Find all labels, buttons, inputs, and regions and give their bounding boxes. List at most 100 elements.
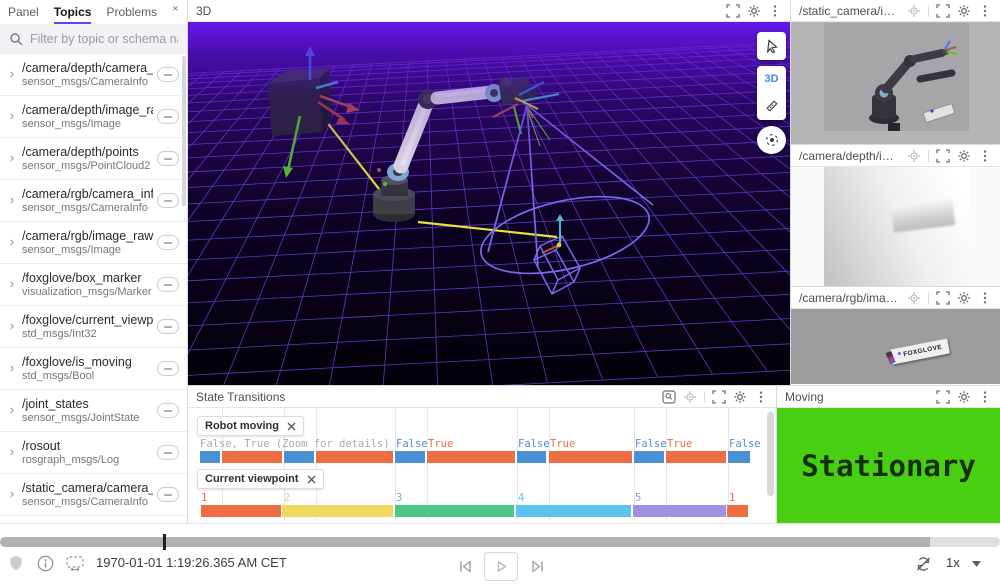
list-item[interactable]: ›/camera/depth/pointssensor_msgs/PointCl… [0,138,187,180]
gear-icon[interactable] [957,390,971,404]
loop-region-icon[interactable] [66,556,84,571]
fullscreen-icon[interactable] [936,149,950,163]
chevron-right-icon[interactable]: › [6,234,18,249]
chevron-right-icon[interactable]: › [6,402,18,417]
remove-topic-button[interactable] [157,235,179,250]
state-segment [427,451,515,463]
list-item[interactable]: ›/camera/rgb/camera_infosensor_msgs/Came… [0,180,187,222]
rgb-image: * FOXGLOVE [791,309,1000,384]
tab-problems[interactable]: Problems [106,1,157,24]
chevron-right-icon[interactable]: › [6,108,18,123]
series-chip[interactable]: Robot moving [197,416,304,436]
remove-topic-button[interactable] [157,151,179,166]
playback-speed[interactable]: 1x [946,555,960,570]
follow-crosshair-icon[interactable] [907,291,921,305]
static-camera-image [791,22,1000,144]
robot-arm [373,77,538,222]
series-chip[interactable]: Current viewpoint [197,469,324,489]
tab-panel[interactable]: Panel [8,1,39,24]
state-segment [222,451,282,463]
remove-topic-button[interactable] [157,277,179,292]
fullscreen-icon[interactable] [936,4,950,18]
list-item[interactable]: ›/camera/depth/camera_i...sensor_msgs/Ca… [0,54,187,96]
chart-scrollbar[interactable] [767,412,774,496]
remove-topic-button[interactable] [157,109,179,124]
chevron-right-icon[interactable]: › [6,66,18,81]
remove-topic-button[interactable] [157,67,179,82]
measure-tool-button[interactable] [765,99,779,113]
chevron-right-icon[interactable]: › [6,276,18,291]
follow-crosshair-icon[interactable] [907,149,921,163]
chevron-right-icon[interactable]: › [6,192,18,207]
fullscreen-icon[interactable] [936,291,950,305]
state-label: False [518,438,550,450]
chevron-right-icon[interactable]: › [6,360,18,375]
robot-silhouette [824,23,969,131]
remove-topic-button[interactable] [157,403,179,418]
play-button[interactable] [484,552,518,581]
fullscreen-icon[interactable] [726,4,740,18]
st-plot[interactable]: Robot movingFalse, True (Zoom for detail… [188,408,776,523]
close-sidebar-icon[interactable] [172,5,179,19]
remove-topic-button[interactable] [157,445,179,460]
list-item[interactable]: ›/foxglove/current_viewpoi...std_msgs/In… [0,306,187,348]
gear-icon[interactable] [747,4,761,18]
state-label: 4 [518,492,524,504]
timeline-playhead[interactable] [163,534,166,550]
mode-3d-button[interactable]: 3D [764,73,778,85]
list-item[interactable]: ›/joint_statessensor_msgs/JointState [0,390,187,432]
more-menu-icon[interactable] [978,4,992,18]
chevron-down-icon[interactable] [972,561,981,567]
seek-forward-button[interactable] [530,559,545,574]
gear-icon[interactable] [957,291,971,305]
remove-topic-button[interactable] [157,361,179,376]
topic-name: /camera/rgb/image_raw [22,229,153,243]
fullscreen-icon[interactable] [712,390,726,404]
topic-name: /camera/depth/points [22,145,153,159]
list-item[interactable]: ›/foxglove/box_markervisualization_msgs/… [0,264,187,306]
follow-crosshair-icon[interactable] [907,4,921,18]
tab-topics[interactable]: Topics [54,1,92,24]
gear-icon[interactable] [957,4,971,18]
more-menu-icon[interactable] [978,291,992,305]
list-item[interactable]: ›/static_camera/camera_in...sensor_msgs/… [0,474,187,516]
remove-topic-button[interactable] [157,193,179,208]
list-item[interactable]: ›/rosoutrosgraph_msgs/Log [0,432,187,474]
more-menu-icon[interactable] [768,4,782,18]
remove-topic-button[interactable] [157,487,179,502]
fullscreen-icon[interactable] [936,390,950,404]
panel-header: /static_camera/image_... [791,0,1000,22]
chevron-right-icon[interactable]: › [6,318,18,333]
repeat-off-icon[interactable] [915,556,932,572]
zoom-reset-icon[interactable] [662,390,676,404]
list-item[interactable]: › /camera/rgb/image_rawsensor_msgs/Image [0,222,187,264]
topic-schema: sensor_msgs/JointState [22,412,153,424]
chevron-right-icon[interactable]: › [6,486,18,501]
playback-bar: 1970-01-01 1:19:26.365 AM CET 1x [0,523,1000,586]
camera-sync-button[interactable] [757,126,786,154]
close-icon[interactable] [307,475,316,484]
select-tool-button[interactable] [757,32,786,60]
sidebar-scrollbar[interactable] [182,56,186,206]
3d-viewport[interactable]: 3D [188,22,790,385]
list-item[interactable]: ›/camera/depth/image_rawsensor_msgs/Imag… [0,96,187,138]
divider [928,150,929,162]
remove-topic-button[interactable] [157,319,179,334]
list-item[interactable]: ›/foxglove/is_movingstd_msgs/Bool [0,348,187,390]
box-axis-triad [542,214,564,253]
more-menu-icon[interactable] [978,149,992,163]
topic-search[interactable]: Filter by topic or schema name. [0,24,187,54]
close-icon[interactable] [287,422,296,431]
topic-text: /camera/rgb/image_rawsensor_msgs/Image [22,229,153,256]
more-menu-icon[interactable] [754,390,768,404]
chevron-right-icon[interactable]: › [6,444,18,459]
follow-crosshair-icon[interactable] [683,390,697,404]
gear-icon[interactable] [957,149,971,163]
chevron-right-icon[interactable]: › [6,150,18,165]
info-icon[interactable] [37,555,54,572]
gear-icon[interactable] [733,390,747,404]
more-menu-icon[interactable] [978,390,992,404]
timeline-scrubber[interactable] [0,537,1000,547]
chart-gridline [666,408,667,520]
seek-backward-button[interactable] [458,559,473,574]
